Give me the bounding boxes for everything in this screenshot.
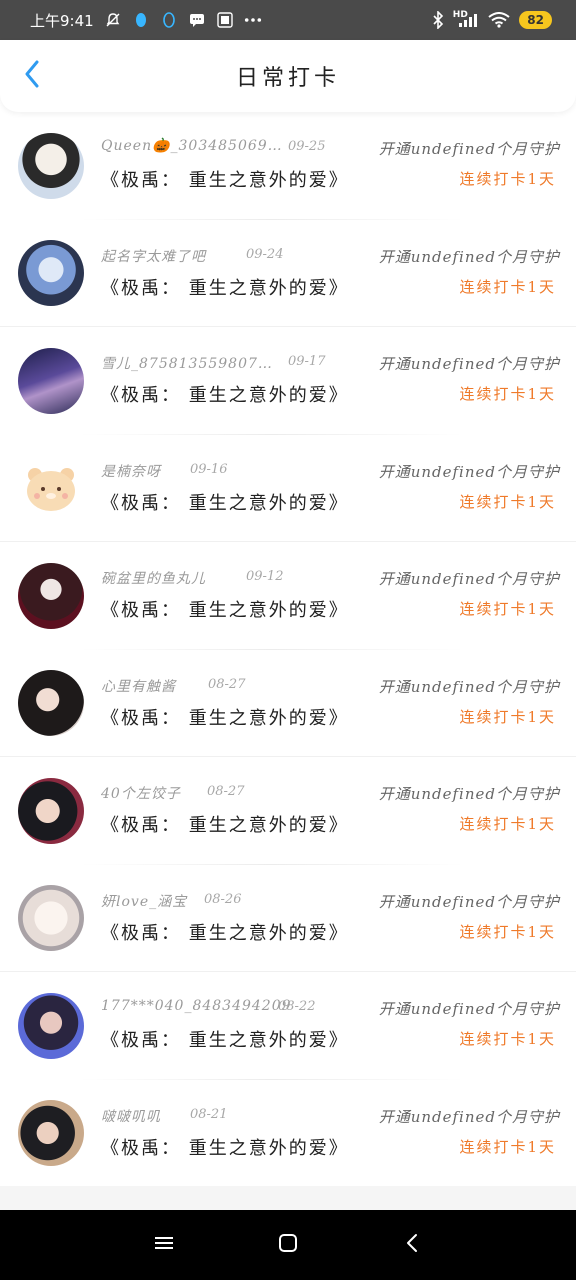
username[interactable]: 是楠奈呀 [101,461,161,481]
username[interactable]: 177***040_8483494209 [101,998,292,1014]
qq-icon [132,11,150,29]
streak-text: 连续打卡1天 [459,277,556,296]
battery-indicator: 82 [519,11,552,29]
status-bar: 上午9:41 HD 82 [0,0,576,40]
checkin-date: 08-21 [190,1106,228,1122]
checkin-date: 09-25 [288,139,326,154]
username[interactable]: 碗盆里的鱼丸儿 [101,568,206,588]
book-title[interactable]: 《极禹： 重生之意外的爱》 [101,489,349,515]
list-item[interactable]: 40个左饺子 08-27 开通undefined个月守护 《极禹： 重生之意外的… [0,757,576,865]
checkin-date: 08-26 [204,891,242,907]
guard-text: 开通undefined个月守护 [378,785,560,803]
qq-outline-icon [160,11,178,29]
list-item[interactable]: 啵啵叽叽 08-21 开通undefined个月守护 《极禹： 重生之意外的爱》… [0,1080,576,1188]
book-title[interactable]: 《极禹： 重生之意外的爱》 [101,1134,349,1160]
book-title[interactable]: 《极禹： 重生之意外的爱》 [101,1026,349,1052]
checkin-date: 09-24 [246,246,284,262]
guard-text: 开通undefined个月守护 [378,247,560,266]
list-item[interactable]: 雪儿_875813559807… 09-17 开通undefined个月守护 《… [0,327,576,435]
book-title[interactable]: 《极禹： 重生之意外的爱》 [101,166,349,192]
username[interactable]: Queen🎃_303485069… [101,138,283,154]
streak-text: 连续打卡1天 [459,1030,556,1048]
streak-text: 连续打卡1天 [459,600,556,618]
username[interactable]: 啵啵叽叽 [101,1106,161,1126]
avatar[interactable] [18,884,84,951]
book-title[interactable]: 《极禹： 重生之意外的爱》 [101,381,349,407]
avatar[interactable] [18,347,84,414]
menu-button[interactable] [149,1230,179,1260]
streak-text: 连续打卡1天 [459,707,556,726]
clock: 上午9:41 [30,11,94,30]
wifi-icon [487,11,511,29]
avatar[interactable] [18,992,84,1059]
bell-muted-icon [104,11,122,29]
back-arrow-icon [405,1233,419,1257]
book-title[interactable]: 《极禹： 重生之意外的爱》 [101,811,349,837]
book-title[interactable]: 《极禹： 重生之意外的爱》 [101,704,349,730]
guard-text: 开通undefined个月守护 [378,140,560,158]
streak-text: 连续打卡1天 [459,492,556,511]
checkin-date: 09-12 [246,569,284,584]
guard-text: 开通undefined个月守护 [378,892,560,911]
streak-text: 连续打卡1天 [459,815,556,833]
guard-text: 开通undefined个月守护 [378,677,560,696]
signal-icon: HD [452,9,479,29]
list-item[interactable]: 碗盆里的鱼丸儿 09-12 开通undefined个月守护 《极禹： 重生之意外… [0,542,576,650]
guard-text: 开通undefined个月守护 [378,570,560,588]
bluetooth-icon [429,11,447,29]
list-item[interactable]: 177***040_8483494209 08-22 开通undefined个月… [0,972,576,1080]
system-nav-bar [0,1210,576,1280]
menu-icon [154,1235,174,1255]
username[interactable]: 妍love_涵宝 [101,891,187,911]
checkin-list: Queen🎃_303485069… 09-25 开通undefined个月守护 … [0,112,576,1187]
message-icon [188,11,206,29]
checkin-date: 08-22 [278,999,316,1014]
home-square-icon [278,1233,298,1257]
more-icon [244,11,262,29]
guard-text: 开通undefined个月守护 [378,462,560,481]
streak-text: 连续打卡1天 [459,385,556,403]
avatar[interactable] [18,239,84,306]
checkin-date: 08-27 [207,784,245,799]
book-title[interactable]: 《极禹： 重生之意外的爱》 [101,919,349,945]
chevron-left-icon [23,60,41,92]
username[interactable]: 心里有触酱 [101,676,176,696]
list-item[interactable]: 妍love_涵宝 08-26 开通undefined个月守护 《极禹： 重生之意… [0,865,576,972]
page-title: 日常打卡 [235,66,340,91]
taobao-icon [216,11,234,29]
home-button[interactable] [273,1230,303,1260]
streak-text: 连续打卡1天 [459,1137,556,1156]
list-item[interactable]: 是楠奈呀 09-16 开通undefined个月守护 《极禹： 重生之意外的爱》… [0,435,576,542]
avatar[interactable] [18,777,84,844]
avatar[interactable] [18,1100,84,1167]
streak-text: 连续打卡1天 [459,170,556,188]
book-title[interactable]: 《极禹： 重生之意外的爱》 [101,274,349,300]
checkin-date: 08-27 [208,676,246,692]
username[interactable]: 起名字太难了吧 [101,246,206,266]
username[interactable]: 雪儿_875813559807… [101,353,273,373]
avatar[interactable] [18,132,84,199]
list-item[interactable]: 心里有触酱 08-27 开通undefined个月守护 《极禹： 重生之意外的爱… [0,650,576,757]
list-footer-gap [0,1186,576,1210]
checkin-date: 09-17 [288,354,326,369]
page-header: 日常打卡 [0,40,576,112]
username[interactable]: 40个左饺子 [101,783,181,803]
checkin-date: 09-16 [190,461,228,477]
guard-text: 开通undefined个月守护 [378,1000,560,1018]
back-button[interactable] [18,60,46,92]
hd-label: HD [452,9,468,20]
book-title[interactable]: 《极禹： 重生之意外的爱》 [101,596,349,622]
list-item[interactable]: 起名字太难了吧 09-24 开通undefined个月守护 《极禹： 重生之意外… [0,220,576,327]
avatar[interactable] [18,669,84,736]
streak-text: 连续打卡1天 [459,922,556,941]
list-item[interactable]: Queen🎃_303485069… 09-25 开通undefined个月守护 … [0,112,576,220]
avatar[interactable] [18,454,84,521]
back-nav-button[interactable] [397,1230,427,1260]
avatar[interactable] [18,562,84,629]
guard-text: 开通undefined个月守护 [378,1107,560,1126]
guard-text: 开通undefined个月守护 [378,355,560,373]
